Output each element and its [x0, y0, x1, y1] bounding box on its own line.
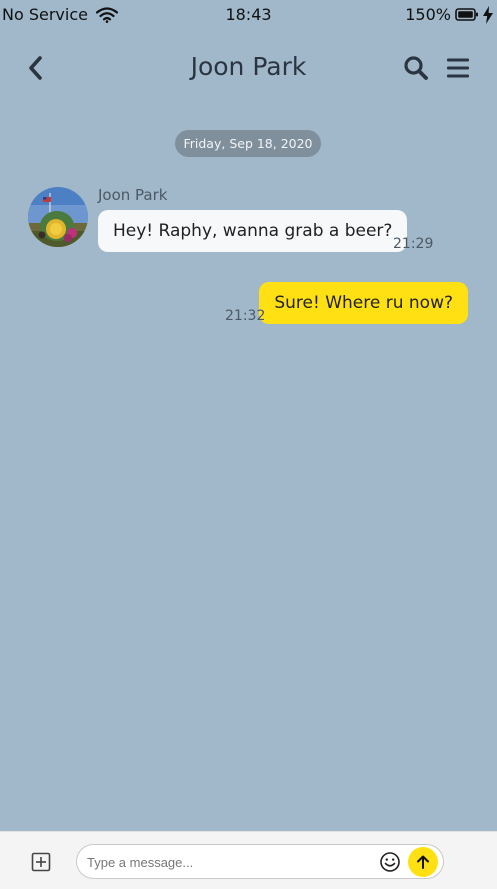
emoji-icon: [380, 852, 400, 872]
message-input-container: [76, 844, 444, 879]
avatar[interactable]: [28, 187, 88, 247]
arrow-up-icon: [417, 855, 429, 869]
date-separator: Friday, Sep 18, 2020: [175, 130, 321, 157]
outgoing-message-bubble[interactable]: Sure! Where ru now?: [259, 282, 468, 324]
message-input[interactable]: [87, 852, 367, 872]
battery-icon: [455, 8, 478, 21]
status-right: 150%: [405, 5, 493, 24]
status-bar: No Service 18:43 150%: [0, 0, 497, 30]
add-attachment-button[interactable]: [31, 852, 51, 872]
avatar-photo: [28, 187, 88, 247]
message-composer: [0, 831, 497, 889]
hamburger-menu-icon: [447, 58, 469, 78]
battery-percent: 150%: [405, 5, 451, 24]
chat-header: Joon Park: [0, 44, 497, 92]
send-button[interactable]: [408, 847, 438, 877]
sender-name: Joon Park: [98, 186, 168, 204]
message-timestamp: 21:29: [393, 236, 434, 252]
add-square-icon: [31, 852, 51, 872]
incoming-message-bubble[interactable]: Hey! Raphy, wanna grab a beer?: [98, 210, 408, 252]
menu-button[interactable]: [446, 57, 470, 79]
charging-bolt-icon: [483, 5, 493, 24]
search-button[interactable]: [403, 55, 429, 81]
emoji-button[interactable]: [379, 851, 401, 873]
message-text: Hey! Raphy, wanna grab a beer?: [113, 221, 393, 241]
message-text: Sure! Where ru now?: [274, 293, 453, 313]
search-icon: [404, 56, 428, 80]
message-timestamp: 21:32: [225, 308, 266, 324]
